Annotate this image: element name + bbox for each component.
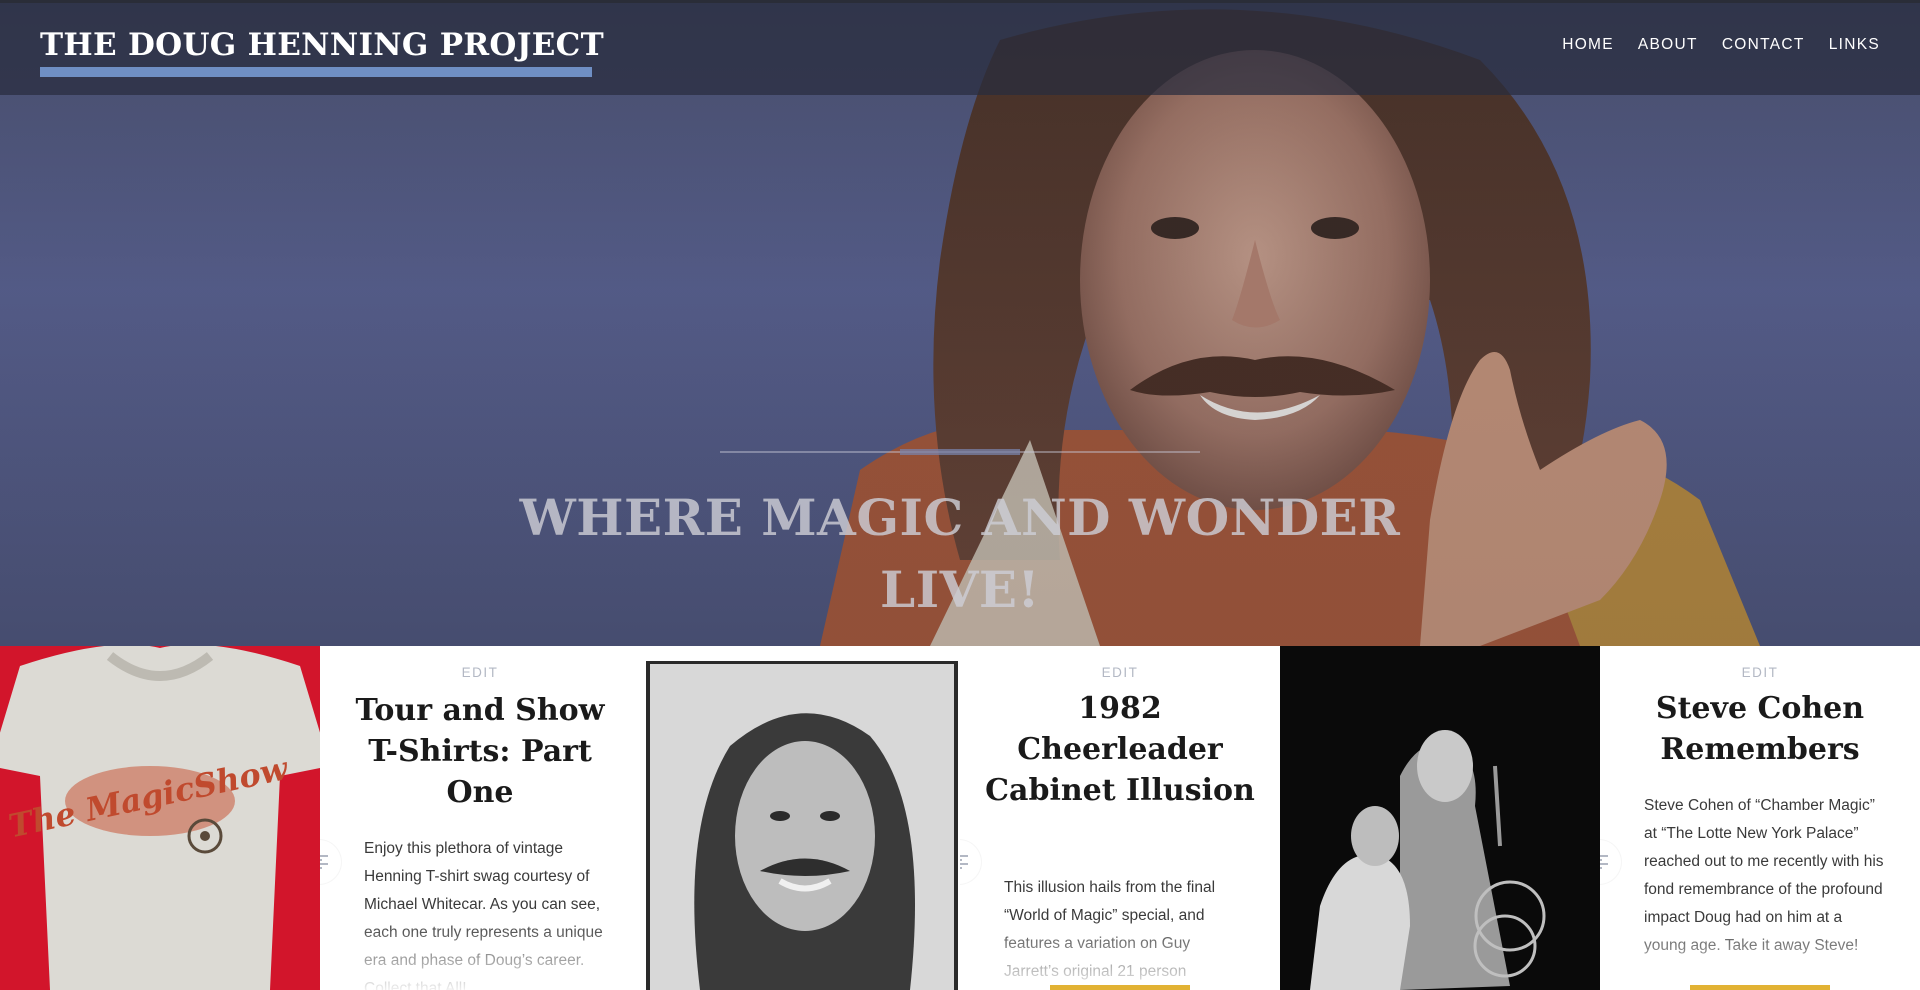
main-nav: HOME ABOUT CONTACT LINKS [1562, 36, 1880, 54]
edit-link[interactable]: EDIT [960, 665, 1280, 680]
post-card: EDIT 1982 Cheerleader Cabinet Illusion T… [960, 646, 1280, 990]
standard-post-format-icon [960, 840, 981, 884]
t-shirt-photo: The MagicShow [0, 646, 320, 990]
post-card: EDIT Tour and Show T-Shirts: Part One En… [320, 646, 640, 990]
post-title[interactable]: Tour and Show T-Shirts: Part One [340, 690, 620, 813]
stage-performance-photo [1280, 646, 1600, 990]
standard-post-format-icon [320, 840, 341, 884]
post-card: EDIT Steve Cohen Remembers Steve Cohen o… [1600, 646, 1920, 990]
post-thumbnail[interactable] [640, 646, 960, 990]
excerpt-fade [320, 920, 640, 990]
hero-divider-accent [900, 449, 1020, 455]
nav-item-links[interactable]: LINKS [1829, 36, 1880, 54]
post-thumbnail[interactable] [1280, 646, 1600, 990]
post-title[interactable]: 1982 Cheerleader Cabinet Illusion [980, 688, 1260, 811]
standard-post-format-icon [1600, 840, 1621, 884]
read-more-accent[interactable] [1050, 985, 1190, 990]
nav-item-contact[interactable]: CONTACT [1722, 36, 1805, 54]
post-grid: The MagicShow EDIT Tour and Show T-Shirt… [0, 646, 1920, 990]
site-title-underline [40, 67, 592, 77]
post-title[interactable]: Steve Cohen Remembers [1620, 688, 1900, 770]
nav-item-home[interactable]: HOME [1562, 36, 1614, 54]
site-title[interactable]: THE DOUG HENNING PROJECT [40, 27, 604, 63]
post-thumbnail[interactable]: The MagicShow [0, 646, 320, 990]
nav-item-about[interactable]: ABOUT [1638, 36, 1698, 54]
edit-link[interactable]: EDIT [320, 665, 640, 680]
excerpt-fade [960, 920, 1280, 990]
hero-section: THE DOUG HENNING PROJECT HOME ABOUT CONT… [0, 0, 1920, 646]
edit-link[interactable]: EDIT [1600, 665, 1920, 680]
read-more-accent[interactable] [1690, 985, 1830, 990]
black-and-white-portrait-photo [646, 661, 958, 990]
hero-tagline: WHERE MAGIC AND WONDER LIVE! [519, 488, 1401, 619]
excerpt-fade [1600, 920, 1920, 990]
